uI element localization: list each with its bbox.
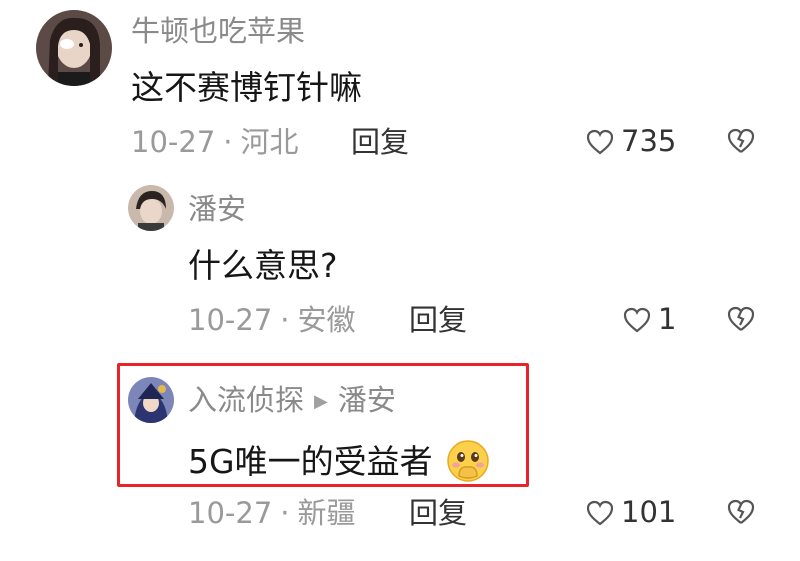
dislike-button[interactable] [726, 498, 756, 530]
avatar[interactable] [128, 185, 174, 231]
comment-text: 5G唯一的受益者 [188, 438, 491, 489]
comment-location: 安徽 [297, 303, 356, 337]
heart-icon [623, 307, 651, 332]
reply-target[interactable]: 潘安 [338, 383, 396, 417]
reply-button[interactable]: 回复 [409, 306, 467, 335]
comment-location: 新疆 [297, 496, 356, 530]
broken-heart-icon [727, 128, 755, 153]
heart-icon [586, 500, 614, 525]
like-count: 1 [658, 302, 677, 336]
like-button[interactable]: 101 [585, 498, 676, 527]
comment-meta: 10-27 · 河北 [131, 128, 299, 157]
comment-meta: 10-27 · 新疆 [188, 499, 356, 528]
comment-date: 10-27 [131, 125, 216, 159]
comment-meta: 10-27 · 安徽 [188, 306, 356, 335]
comment-date: 10-27 [188, 496, 273, 530]
like-count: 101 [621, 495, 677, 529]
emoji-icon [445, 438, 491, 489]
comment-date: 10-27 [188, 303, 273, 337]
comment-username[interactable]: 潘安 [188, 195, 246, 224]
like-button[interactable]: 735 [585, 127, 676, 156]
comment-username[interactable]: 牛顿也吃苹果 [131, 17, 305, 46]
reply-arrow-icon: ▶ [314, 391, 328, 412]
broken-heart-icon [727, 499, 755, 524]
broken-heart-icon [727, 306, 755, 331]
dislike-button[interactable] [726, 305, 756, 337]
comment-text: 这不赛博钉针嘛 [131, 68, 362, 107]
reply-button[interactable]: 回复 [351, 128, 409, 157]
reply-button[interactable]: 回复 [409, 499, 467, 528]
comment-text-body: 5G唯一的受益者 [188, 442, 433, 481]
avatar[interactable] [128, 377, 174, 423]
like-button[interactable]: 1 [622, 305, 676, 334]
username-text[interactable]: 入流侦探 [188, 383, 304, 417]
meta-separator: · [223, 125, 233, 159]
like-count: 735 [621, 124, 677, 158]
heart-icon [586, 129, 614, 154]
comment-username[interactable]: 入流侦探 ▶ 潘安 [188, 386, 396, 415]
avatar[interactable] [36, 10, 112, 86]
meta-separator: · [280, 496, 290, 530]
comment-location: 河北 [240, 125, 299, 159]
meta-separator: · [280, 303, 290, 337]
dislike-button[interactable] [726, 127, 756, 159]
comment-text: 什么意思? [188, 246, 338, 285]
